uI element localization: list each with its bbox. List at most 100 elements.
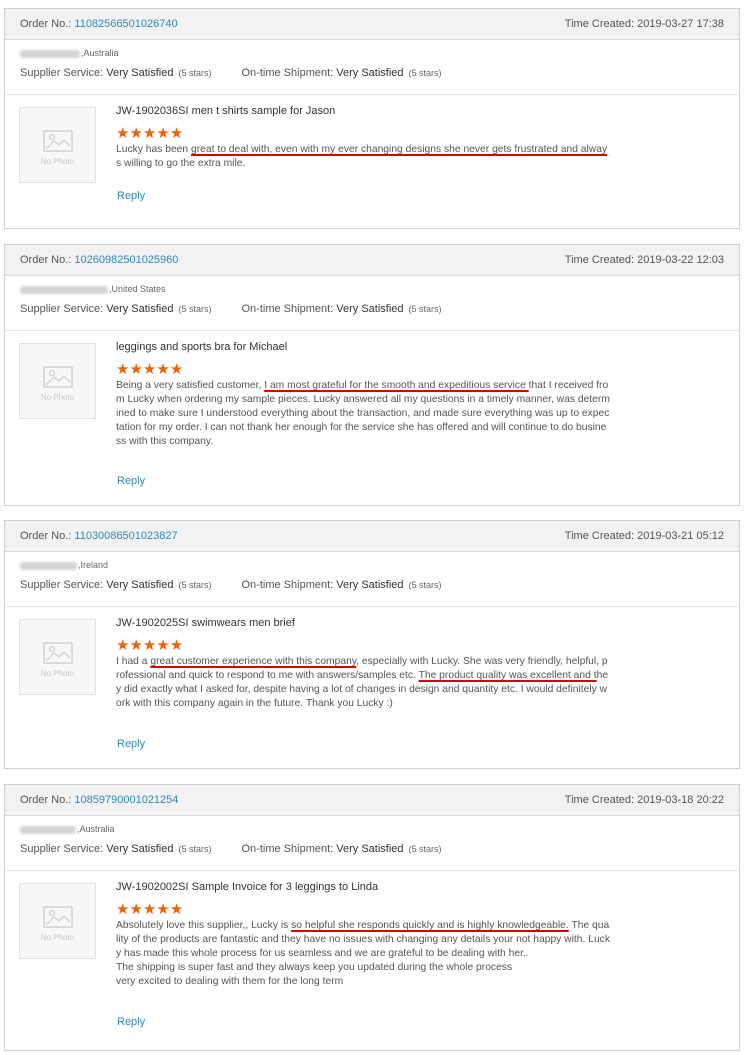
review-header: Order No.: 10260982501025960 Time Created… (5, 245, 739, 276)
buyer-name-redacted (20, 561, 77, 570)
star-icon: ★ (129, 361, 143, 378)
product-title: JW-1902025SI swimwears men brief (116, 617, 295, 629)
rating-stars: ★★★★★ (116, 902, 611, 919)
service-ratings: Supplier Service: Very Satisfied (5 stars… (20, 843, 442, 855)
star-icon: ★ (129, 125, 143, 142)
star-icon: ★ (156, 637, 170, 654)
highlighted-phrase: The product quality was excellent and t (418, 670, 597, 681)
supplier-service-stars: (5 stars) (178, 304, 212, 314)
time-created-label: Time Created: (564, 254, 638, 266)
highlighted-phrase: great customer experience with this comp… (150, 656, 357, 667)
image-placeholder-icon (43, 642, 73, 664)
ontime-shipment-stars: (5 stars) (408, 304, 442, 314)
star-icon: ★ (169, 361, 184, 378)
highlighted-phrase: great to deal with, even with my ever ch… (191, 144, 608, 155)
review-header: Order No.: 11030086501023827 Time Created… (5, 521, 739, 552)
review-content: JW-1902025SI swimwears men brief ★★★★★ I h… (116, 617, 611, 711)
image-placeholder-icon (43, 906, 73, 928)
rating-stars: ★★★★★ (116, 638, 611, 655)
supplier-service-value: Very Satisfied (106, 303, 174, 315)
product-title: JW-1902002SI Sample Invoice for 3 leggin… (116, 881, 379, 893)
order-number: Order No.: 11082566501026740 (20, 18, 178, 30)
ontime-shipment-stars: (5 stars) (408, 68, 442, 78)
star-icon: ★ (116, 637, 130, 654)
ontime-shipment-label: On-time Shipment: (241, 67, 334, 79)
reply-link[interactable]: Reply (117, 1016, 145, 1028)
time-created-value: 2019-03-22 12:03 (637, 254, 724, 266)
time-created-value: 2019-03-18 20:22 (637, 794, 724, 806)
ontime-shipment-label: On-time Shipment: (241, 579, 334, 591)
star-icon: ★ (156, 361, 170, 378)
order-number-link[interactable]: 10859790001021254 (74, 794, 178, 806)
image-placeholder-icon (43, 130, 73, 152)
reply-link[interactable]: Reply (117, 475, 145, 487)
service-ratings: Supplier Service: Very Satisfied (5 stars… (20, 303, 442, 315)
comment-text: Lucky has been (116, 144, 191, 155)
service-ratings: Supplier Service: Very Satisfied (5 stars… (20, 67, 442, 79)
rating-stars: ★★★★★ (116, 362, 611, 379)
star-icon: ★ (116, 361, 130, 378)
buyer-name-redacted (20, 285, 108, 294)
time-created: Time Created: 2019-03-18 20:22 (565, 794, 724, 806)
time-created-label: Time Created: (564, 18, 638, 30)
order-number: Order No.: 11030086501023827 (20, 530, 178, 542)
supplier-service-value: Very Satisfied (106, 843, 174, 855)
ontime-shipment-label: On-time Shipment: (241, 303, 334, 315)
buyer-country: Australia (83, 48, 119, 58)
highlighted-phrase: I am most grateful for the smooth and ex… (264, 380, 529, 391)
buyer-name-country: ,United States (20, 284, 166, 294)
order-number-link[interactable]: 11082566501026740 (74, 18, 177, 30)
ontime-shipment-stars: (5 stars) (408, 580, 442, 590)
supplier-service-stars: (5 stars) (178, 68, 212, 78)
review-content: JW-1902036SI men t shirts sample for Jas… (116, 105, 611, 171)
buyer-info: ,United States Supplier Service: Very Sat… (5, 276, 739, 331)
product-photo-placeholder: No Photo (19, 343, 96, 419)
review-header: Order No.: 10859790001021254 Time Created… (5, 785, 739, 816)
order-number-link[interactable]: 10260982501025960 (74, 254, 178, 266)
time-created: Time Created: 2019-03-21 05:12 (565, 530, 724, 542)
comment-text: very excited to dealing with them for th… (116, 976, 344, 987)
reply-link[interactable]: Reply (117, 190, 145, 202)
reply-link[interactable]: Reply (117, 738, 145, 750)
review-comment: Absolutely love this supplier,, Lucky is… (116, 919, 611, 989)
star-icon: ★ (169, 125, 184, 142)
star-icon: ★ (142, 637, 157, 654)
supplier-service-value: Very Satisfied (106, 67, 174, 79)
no-photo-label: No Photo (40, 393, 75, 402)
product-title: JW-1902036SI men t shirts sample for Jas… (116, 105, 336, 117)
review-content: JW-1902002SI Sample Invoice for 3 leggin… (116, 881, 611, 989)
supplier-service-label: Supplier Service: (20, 579, 104, 591)
no-photo-label: No Photo (40, 157, 75, 166)
ontime-shipment-value: Very Satisfied (336, 67, 404, 79)
order-number: Order No.: 10260982501025960 (20, 254, 178, 266)
buyer-name-country: ,Ireland (20, 560, 108, 570)
order-number-label: Order No.: (20, 794, 75, 806)
comment-text: The shipping is super fast and they alwa… (116, 962, 513, 973)
buyer-country: Ireland (80, 560, 109, 570)
star-icon: ★ (169, 901, 184, 918)
buyer-name-redacted (20, 825, 76, 834)
order-number-label: Order No.: (20, 530, 75, 542)
time-created-label: Time Created: (564, 530, 638, 542)
review-content: leggings and sports bra for Michael ★★★★★… (116, 341, 611, 449)
review-comment: Lucky has been great to deal with, even … (116, 143, 611, 171)
time-created: Time Created: 2019-03-22 12:03 (565, 254, 724, 266)
highlighted-phrase: so helpful she responds quickly and is h… (291, 920, 569, 931)
supplier-service-label: Supplier Service: (20, 303, 104, 315)
ontime-shipment-value: Very Satisfied (336, 843, 404, 855)
service-ratings: Supplier Service: Very Satisfied (5 stars… (20, 579, 442, 591)
order-number-link[interactable]: 11030086501023827 (74, 530, 177, 542)
time-created-value: 2019-03-21 05:12 (637, 530, 724, 542)
order-number-label: Order No.: (20, 18, 75, 30)
star-icon: ★ (116, 125, 130, 142)
ontime-shipment-label: On-time Shipment: (241, 843, 334, 855)
time-created-value: 2019-03-27 17:38 (637, 18, 724, 30)
ontime-shipment-value: Very Satisfied (336, 303, 404, 315)
time-created-label: Time Created: (564, 794, 638, 806)
supplier-service-stars: (5 stars) (178, 844, 212, 854)
no-photo-label: No Photo (40, 669, 75, 678)
comment-text: s willing to go the extra mile. (116, 158, 246, 169)
buyer-name-country: ,Australia (20, 824, 115, 834)
supplier-service-label: Supplier Service: (20, 67, 104, 79)
star-icon: ★ (142, 361, 157, 378)
